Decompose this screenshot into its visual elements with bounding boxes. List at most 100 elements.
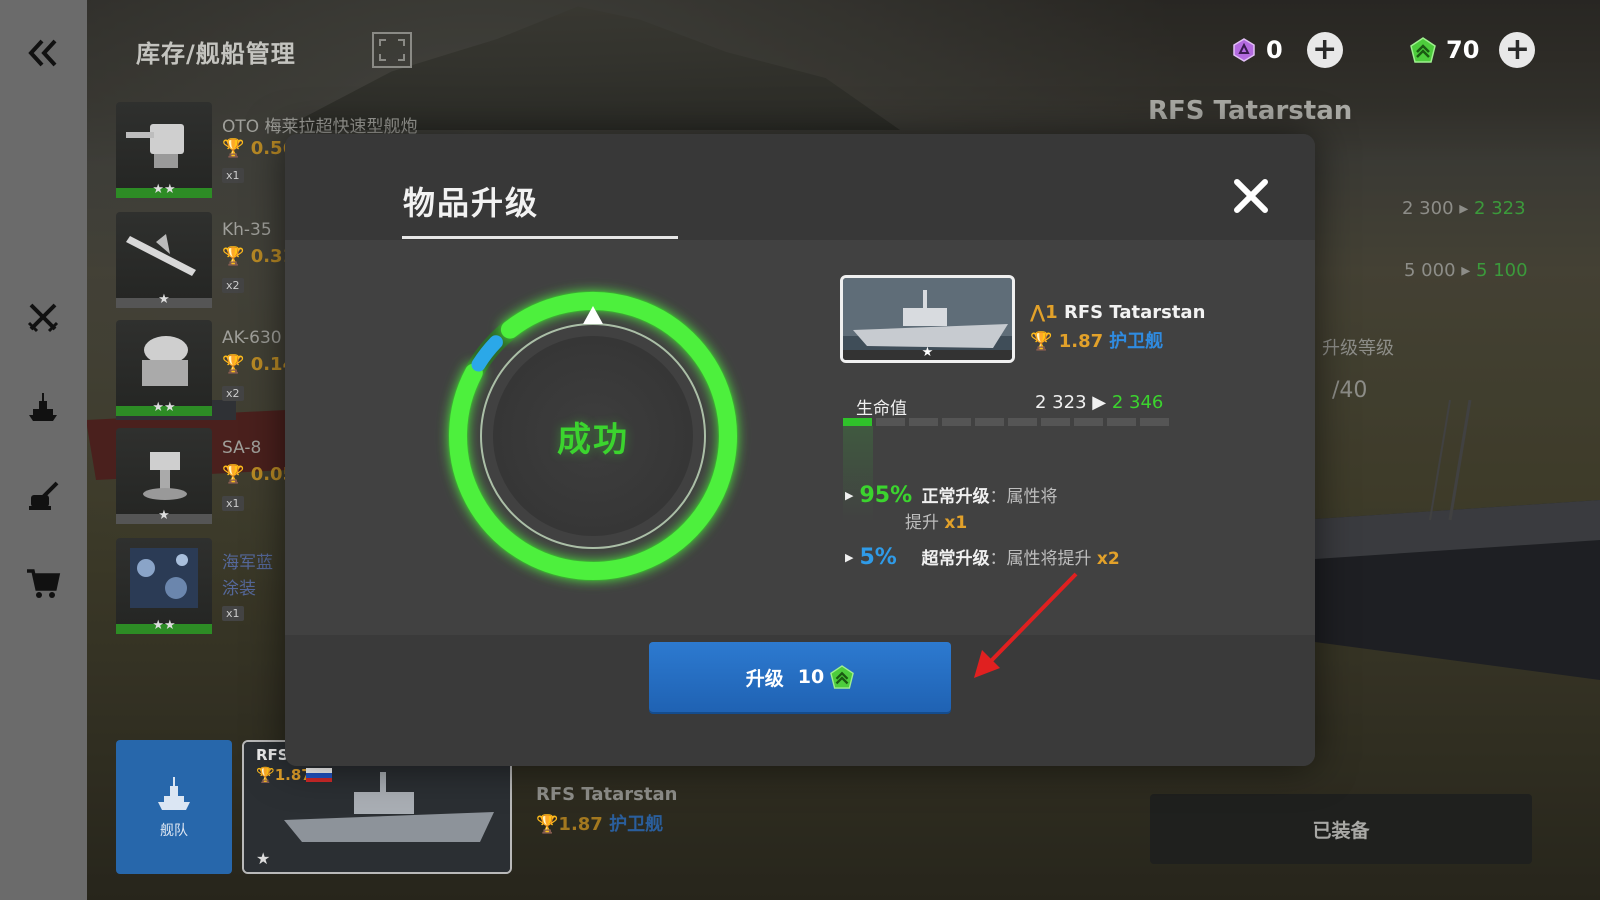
normal-upgrade-line2: 提升 x1 — [905, 508, 967, 533]
background-upgrade-level-label: 升级等级 — [1322, 338, 1394, 359]
normal-upgrade-label: 正常升级 — [921, 487, 990, 507]
ship-title: ⋀1 RFS Tatarstan — [1030, 302, 1205, 323]
hp-segment — [876, 418, 905, 426]
nav-shop-button[interactable] — [18, 558, 68, 608]
hp-segment — [975, 418, 1004, 426]
hp-label: 生命值 — [856, 399, 907, 419]
ship-value: 1.87 — [1058, 331, 1104, 352]
add-green-currency-button[interactable]: + — [1499, 32, 1536, 68]
item-stars: ★★ — [152, 182, 176, 197]
equipped-button[interactable]: 已装备 — [1150, 794, 1532, 864]
background-stat-1: 2 300 ▸ 2 323 — [1402, 198, 1526, 219]
sam-launcher-icon — [143, 452, 187, 500]
inventory-item-count: x2 — [222, 386, 244, 401]
hp-segment — [909, 418, 938, 426]
inventory-item-name: SA-8 — [222, 438, 262, 458]
normal-upgrade-pct: 95% — [859, 483, 913, 508]
super-upgrade-mult: x2 — [1096, 549, 1120, 569]
value-text: 1.87 — [558, 814, 603, 835]
result-text: 成功 — [557, 419, 629, 460]
stat2-to: 5 100 — [1476, 260, 1528, 281]
normal-upgrade-desc: 属性将 — [1006, 487, 1058, 507]
bottom-ship-name: RFS Tatarstan — [536, 784, 678, 805]
close-icon[interactable] — [1231, 176, 1271, 216]
inventory-item-count: x1 — [222, 606, 244, 621]
hp-segment — [1041, 418, 1070, 426]
stat1-to: 2 323 — [1474, 198, 1526, 219]
shopping-cart-icon — [27, 569, 61, 598]
inventory-item-camo[interactable]: ★★ — [116, 538, 212, 634]
hp-segment — [1107, 418, 1136, 426]
warship-icon — [29, 393, 57, 421]
hp-progress-bar — [843, 418, 1169, 426]
hp-segment — [942, 418, 971, 426]
bottom-ship-value: 🏆1.87 护卫舰 — [536, 814, 664, 835]
missile-icon — [126, 234, 196, 276]
normal-upgrade-desc2: 提升 — [905, 513, 939, 533]
inventory-item-gun[interactable]: ★★ — [116, 102, 212, 198]
upgrade-button[interactable]: 升级 10 — [649, 642, 951, 712]
hp-from: 2 323 — [1035, 392, 1087, 413]
hp-segment — [843, 418, 872, 426]
item-stars: ★★ — [152, 400, 176, 415]
upgrade-button-label: 升级 — [745, 667, 784, 690]
green-rank-icon — [830, 665, 855, 689]
fleet-button[interactable]: 舰队 — [116, 740, 232, 874]
super-upgrade-pct: 5% — [859, 545, 897, 570]
fleet-button-label: 舰队 — [160, 823, 188, 839]
normal-upgrade-chance: ▶ 95% 正常升级：属性将 — [845, 482, 1057, 508]
add-purple-currency-button[interactable]: + — [1306, 32, 1343, 68]
separator: ： — [989, 549, 1007, 569]
fullscreen-icon[interactable] — [372, 32, 412, 68]
triangle-right-icon: ▶ — [845, 489, 854, 502]
inventory-item-name: Kh-35 — [222, 220, 272, 240]
inventory-item-sam[interactable]: ★ — [116, 428, 212, 524]
inventory-item-count: x1 — [222, 168, 244, 183]
triangle-right-icon: ▶ — [845, 551, 854, 564]
hp-segment — [1140, 418, 1169, 426]
background-upgrade-level-max: /40 — [1332, 378, 1368, 403]
nav-weapons-button[interactable] — [18, 470, 68, 520]
inventory-item-name: 海军蓝 — [222, 553, 273, 573]
super-upgrade-chance: ▶ 5% 超常升级：属性将提升 x2 — [845, 544, 1120, 570]
ship-stars: ★ — [921, 345, 934, 360]
ship-card-name: RFS — [256, 746, 289, 764]
ciws-icon — [142, 336, 188, 386]
background-ship-name: RFS Tatarstan — [1148, 96, 1353, 126]
ship-card-stars: ★ — [256, 849, 271, 868]
dialog-title: 物品升级 — [403, 184, 540, 222]
inventory-item-count: x2 — [222, 278, 244, 293]
hp-to: 2 346 — [1111, 392, 1164, 413]
ship-preview: ★ — [840, 275, 1015, 363]
ship-class: 护卫舰 — [1109, 331, 1164, 352]
ship-card-value: 🏆1.87 — [256, 766, 312, 784]
naval-gun-icon — [126, 124, 184, 168]
ship-subtitle: 🏆 1.87 护卫舰 — [1030, 327, 1163, 353]
hp-values: 2 323 ▶ 2 346 — [1035, 392, 1164, 413]
ship-rank: 1 — [1045, 302, 1058, 323]
background-stat-2: 5 000 ▸ 5 100 — [1404, 260, 1528, 281]
normal-upgrade-mult: x1 — [944, 513, 968, 533]
back-button[interactable] — [18, 28, 68, 78]
hp-segment — [1008, 418, 1037, 426]
nav-battle-button[interactable] — [18, 292, 68, 342]
currency-green: 70 + — [1410, 30, 1536, 70]
inventory-item-name-2: 涂装 — [222, 579, 256, 599]
warship-icon — [158, 777, 190, 810]
green-rank-icon — [1410, 37, 1436, 63]
russia-flag-icon — [306, 768, 332, 782]
item-stars: ★ — [158, 508, 170, 523]
purple-gem-icon — [1233, 38, 1255, 62]
nav-fleet-button[interactable] — [18, 382, 68, 432]
item-stars: ★ — [158, 292, 170, 307]
inventory-item-missile[interactable]: ★ — [116, 212, 212, 308]
item-stars: ★★ — [152, 618, 176, 633]
rank-chevron-icon: ⋀ — [1030, 302, 1046, 323]
inventory-item-ciws[interactable]: ★★ — [116, 320, 212, 416]
trophy-icon: 🏆 — [1030, 331, 1053, 352]
separator: ： — [989, 487, 1007, 507]
bottom-ship-class: 护卫舰 — [609, 814, 664, 835]
page-title-breadcrumb: 库存/舰船管理 — [136, 40, 296, 68]
inventory-item-name: AK-630 — [222, 328, 282, 348]
double-chevron-left-icon — [28, 39, 57, 67]
